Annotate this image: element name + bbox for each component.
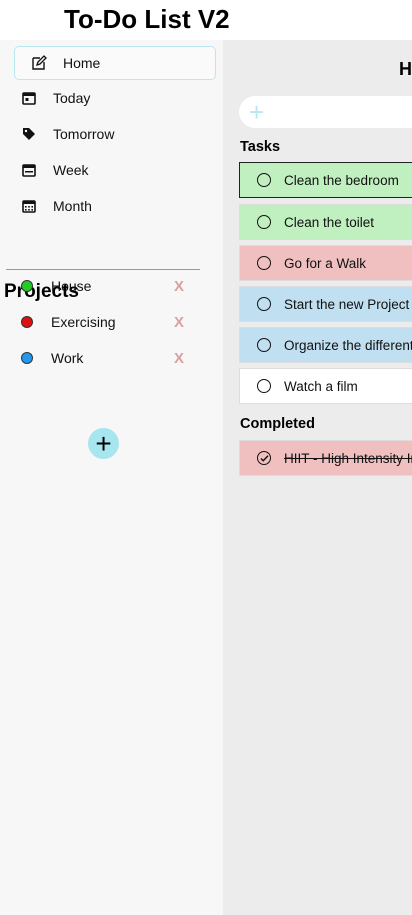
task-label: Organize the different files <box>284 337 412 353</box>
sidebar-divider <box>6 269 200 270</box>
task-label: Go for a Walk <box>284 255 367 271</box>
project-label: Work <box>51 350 84 366</box>
project-item-work[interactable]: Work X <box>14 343 194 373</box>
circle-icon[interactable] <box>257 215 271 229</box>
nav-item-month[interactable]: Month <box>14 189 216 223</box>
circle-icon[interactable] <box>257 338 271 352</box>
nav-label: Week <box>53 162 89 178</box>
circle-icon[interactable] <box>257 379 271 393</box>
check-circle-icon[interactable] <box>257 451 271 465</box>
plus-icon[interactable]: + <box>249 99 264 125</box>
task-label: HIIT - High Intensity Interval Training <box>284 450 412 466</box>
completed-task-item[interactable]: HIIT - High Intensity Interval Training <box>239 440 412 476</box>
add-project-button[interactable]: + <box>88 428 119 459</box>
remove-project-icon[interactable]: X <box>174 314 184 331</box>
main-content: H + Tasks Clean the bedroom Clean the to… <box>223 40 412 915</box>
tasks-title: Tasks <box>240 139 281 155</box>
project-item-exercising[interactable]: Exercising X <box>14 307 194 337</box>
project-color-dot <box>21 352 33 364</box>
project-color-dot <box>21 316 33 328</box>
nav-label: Tomorrow <box>53 126 115 142</box>
nav-item-home[interactable]: Home <box>14 46 216 80</box>
tag-icon <box>21 126 37 142</box>
circle-icon[interactable] <box>257 256 271 270</box>
task-label: Start the new Project <box>284 296 410 312</box>
task-label: Watch a film <box>284 378 358 394</box>
nav-item-today[interactable]: Today <box>14 81 216 115</box>
task-item[interactable]: Go for a Walk <box>239 245 412 281</box>
nav-label: Home <box>63 55 101 71</box>
task-item[interactable]: Start the new Project <box>239 286 412 322</box>
task-label: Clean the toilet <box>284 214 375 230</box>
nav-item-week[interactable]: Week <box>14 153 216 187</box>
add-task-input[interactable]: + <box>239 96 412 128</box>
calendar-month-icon <box>21 198 37 214</box>
task-item[interactable]: Watch a film <box>239 368 412 404</box>
project-label: Exercising <box>51 314 116 330</box>
sidebar: Home Today Tomorrow Week Month Projects … <box>0 40 223 915</box>
project-color-dot <box>21 280 33 292</box>
calendar-week-icon <box>21 162 37 178</box>
page-title: H <box>399 59 412 79</box>
circle-icon[interactable] <box>257 173 271 187</box>
circle-icon[interactable] <box>257 297 271 311</box>
app-title: To-Do List V2 <box>64 4 230 34</box>
edit-icon <box>31 55 47 71</box>
nav-item-tomorrow[interactable]: Tomorrow <box>14 117 216 151</box>
nav-label: Today <box>53 90 91 106</box>
task-item[interactable]: Clean the toilet <box>239 204 412 240</box>
calendar-day-icon <box>21 90 37 106</box>
task-item[interactable]: Clean the bedroom <box>239 162 412 198</box>
nav-label: Month <box>53 198 92 214</box>
project-item-house[interactable]: House X <box>14 271 194 301</box>
completed-title: Completed <box>240 416 315 432</box>
task-label: Clean the bedroom <box>284 172 399 188</box>
remove-project-icon[interactable]: X <box>174 278 184 295</box>
task-item[interactable]: Organize the different files <box>239 327 412 363</box>
project-label: House <box>51 278 92 294</box>
remove-project-icon[interactable]: X <box>174 350 184 367</box>
